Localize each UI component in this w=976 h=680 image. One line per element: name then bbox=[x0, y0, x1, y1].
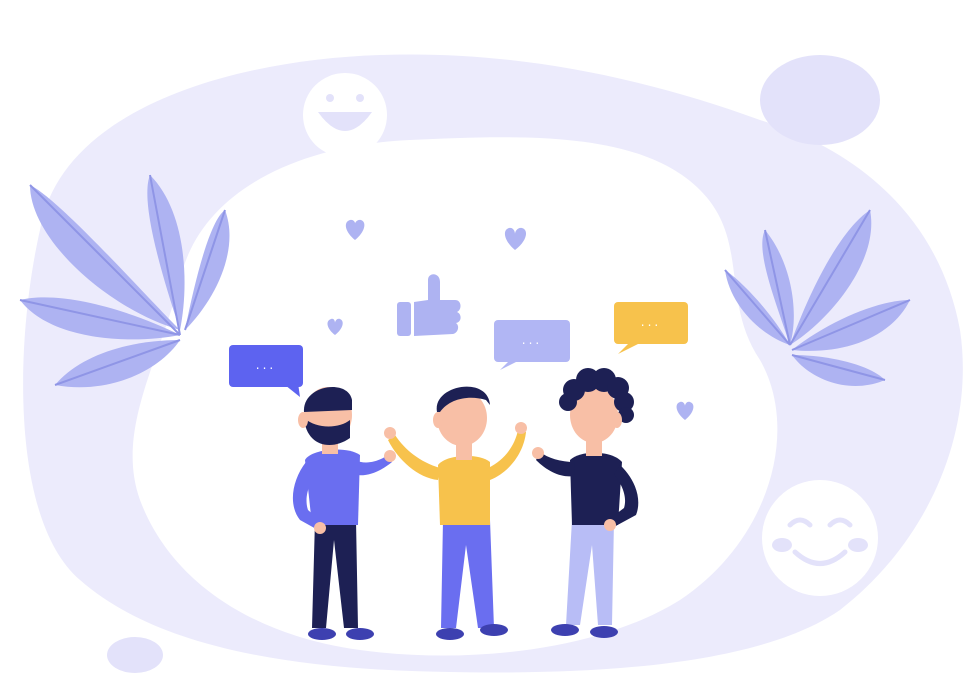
team-chat-illustration: ... ... ... bbox=[19, 54, 963, 673]
bottom-left-blob bbox=[107, 637, 163, 673]
smiley-face-bottom-icon bbox=[762, 480, 878, 596]
smiley-face-top-icon bbox=[303, 73, 387, 157]
top-right-blob bbox=[760, 55, 880, 145]
bubble-ellipsis: ... bbox=[256, 358, 276, 372]
bubble-ellipsis: ... bbox=[641, 315, 661, 329]
bubble-ellipsis: ... bbox=[522, 333, 542, 347]
